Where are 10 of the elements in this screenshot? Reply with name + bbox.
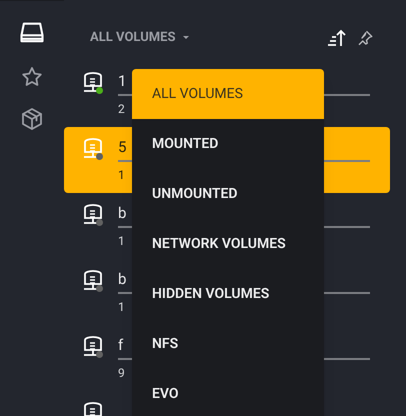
volume-size: 1 bbox=[118, 168, 125, 182]
volume-name: 1 bbox=[118, 72, 126, 90]
volume-size: 2 bbox=[118, 102, 125, 116]
volume-size: 1 bbox=[118, 300, 125, 314]
volume-size: 1 bbox=[118, 234, 125, 248]
volume-name: b bbox=[118, 204, 126, 222]
volume-name: f bbox=[118, 336, 124, 354]
volume-name: 5 bbox=[118, 138, 126, 156]
volume-size: 9 bbox=[118, 366, 125, 380]
volume-name: b bbox=[118, 270, 126, 288]
